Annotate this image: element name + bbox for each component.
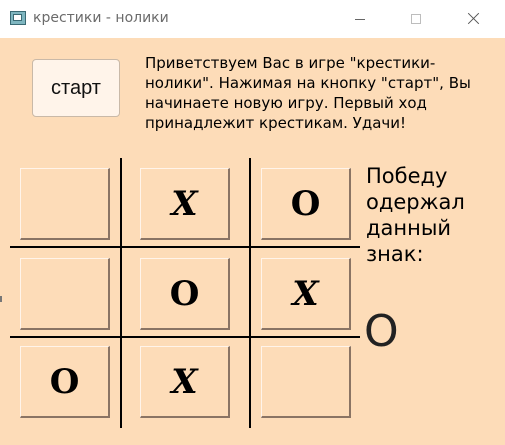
maximize-icon[interactable] [402,6,430,32]
minimize-icon[interactable] [346,6,374,32]
cell-3[interactable]: O [261,168,351,240]
cell-8[interactable]: X [140,346,230,418]
greeting-text: Приветствуем Вас в игре "крестики-нолики… [145,54,471,132]
game-window: крестики - нолики старт Приветствуем Вас… [0,0,505,445]
cell-2[interactable]: X [140,168,230,240]
grid-line-vertical-1 [120,158,122,428]
grid-line-horizontal-2 [10,336,360,338]
window-title: крестики - нолики [33,10,169,26]
start-button[interactable]: старт [32,59,120,117]
cell-1[interactable] [20,168,110,240]
app-icon [10,11,26,25]
winner-label: Победу одержал данный знак: [366,164,465,266]
window-edge-mark [0,296,2,302]
title-bar: крестики - нолики [0,0,505,38]
cell-7[interactable]: O [20,346,110,418]
cell-9[interactable] [261,346,351,418]
grid-line-horizontal-1 [10,246,360,248]
cell-4[interactable] [20,258,110,330]
close-icon[interactable] [460,6,488,32]
grid-line-vertical-2 [249,158,251,428]
winner-sign: O [364,306,399,357]
cell-5[interactable]: O [140,258,230,330]
cell-6[interactable]: X [261,258,351,330]
